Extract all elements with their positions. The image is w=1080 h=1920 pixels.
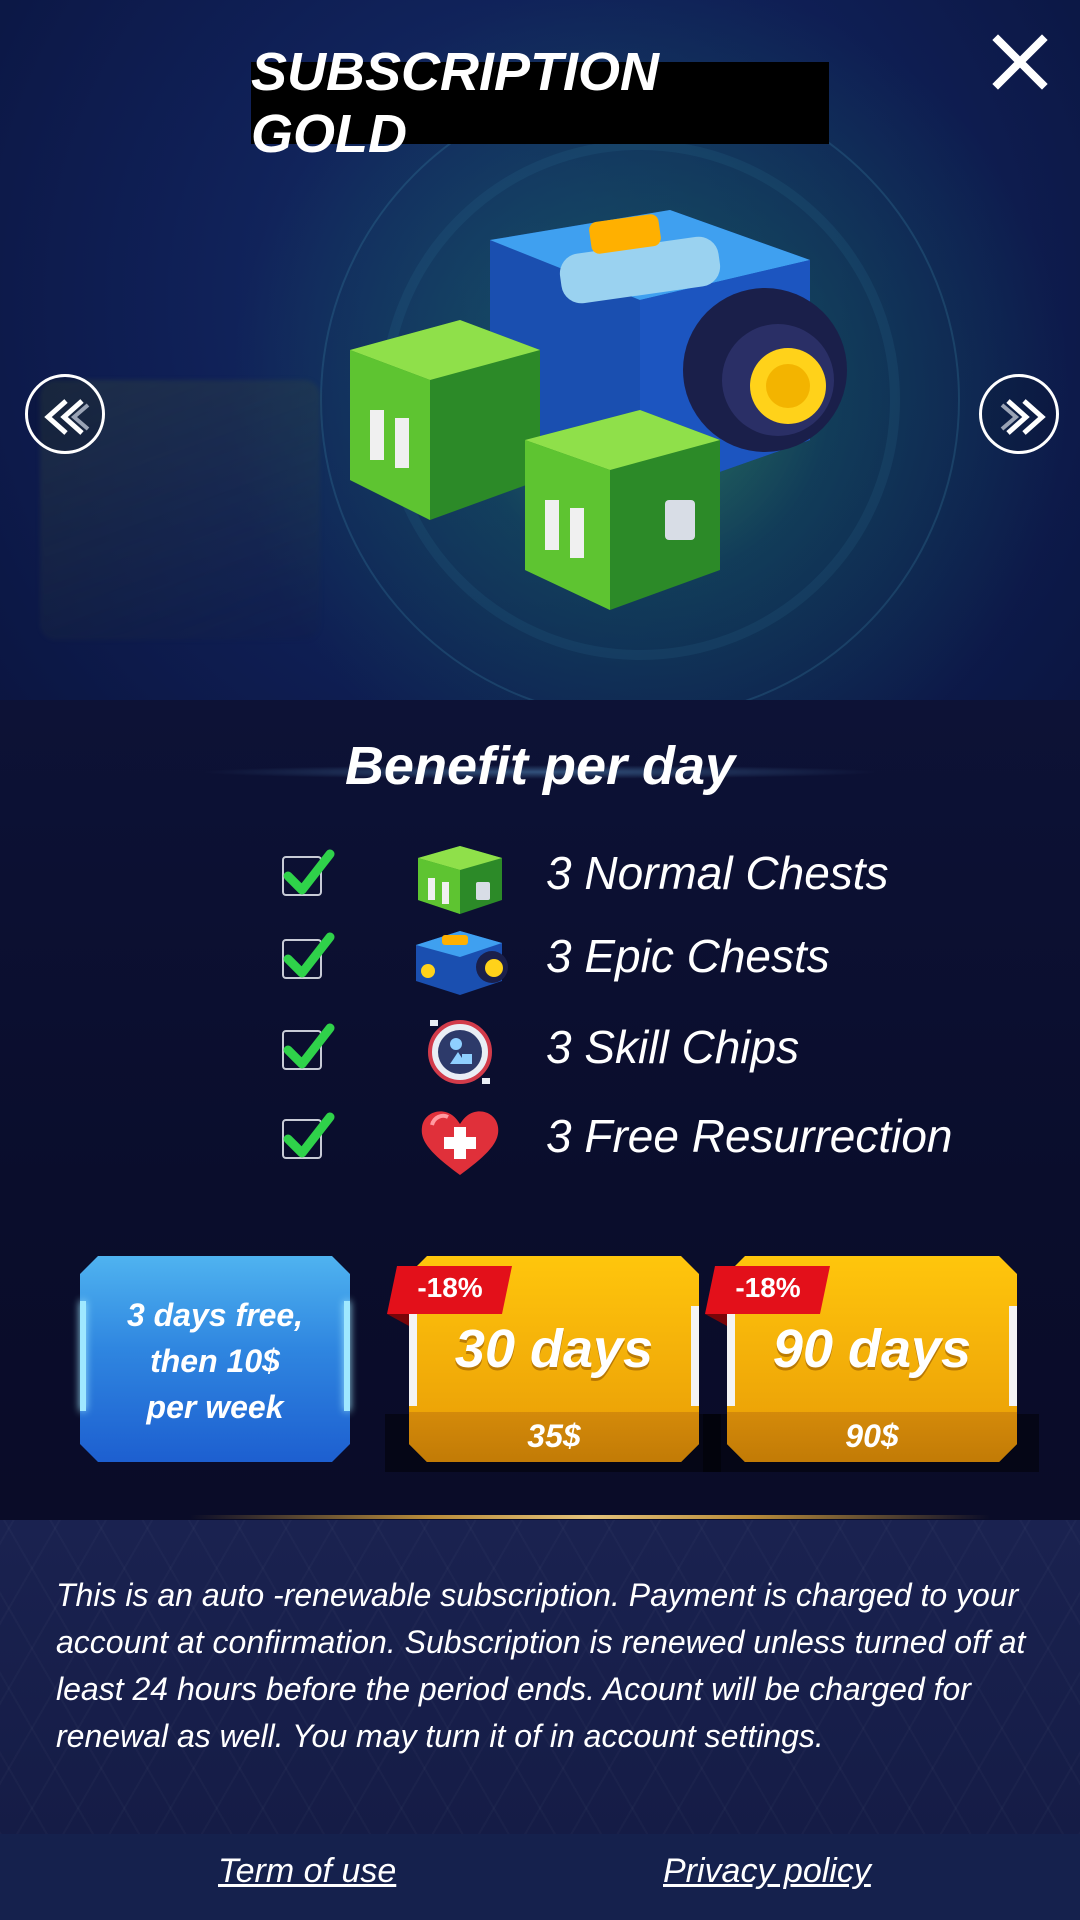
free-trial-button[interactable]: 3 days free, then 10$ per week bbox=[80, 1256, 350, 1462]
benefit-checkbox[interactable] bbox=[282, 849, 335, 896]
benefit-row-skill-chips: 3 Skill Chips bbox=[280, 1012, 980, 1084]
skill-chip-icon bbox=[428, 1020, 492, 1084]
checkmark-icon bbox=[283, 849, 335, 895]
plan-90-days-button[interactable]: 90 days 90$ -18% bbox=[703, 1256, 1039, 1472]
plan-price: 35$ bbox=[527, 1418, 581, 1454]
benefit-checkbox[interactable] bbox=[282, 932, 335, 979]
benefit-checkbox[interactable] bbox=[282, 1112, 335, 1159]
next-button[interactable] bbox=[979, 374, 1059, 454]
plan-duration: 90 days bbox=[772, 1319, 972, 1379]
normal-chest-icon bbox=[418, 846, 502, 914]
benefit-label: 3 Normal Chests bbox=[546, 847, 889, 899]
title-banner: SUBSCRIPTION GOLD bbox=[251, 42, 829, 164]
close-button[interactable] bbox=[990, 32, 1050, 92]
normal-chest-left bbox=[350, 320, 540, 520]
checkmark-icon bbox=[283, 932, 335, 978]
benefit-row-epic-chests: 3 Epic Chests bbox=[280, 921, 980, 995]
terms-of-use-link[interactable]: Term of use bbox=[218, 1852, 396, 1891]
checkmark-icon bbox=[283, 1023, 335, 1069]
benefit-label: 3 Skill Chips bbox=[546, 1021, 800, 1073]
checkmark-icon bbox=[283, 1112, 335, 1158]
benefits-title: Benefit per day bbox=[344, 736, 736, 796]
epic-chest-icon bbox=[416, 931, 508, 995]
benefit-label: 3 Epic Chests bbox=[546, 930, 830, 982]
subscription-disclaimer: This is an auto -renewable subscription.… bbox=[56, 1577, 1026, 1754]
normal-chest-right bbox=[525, 410, 720, 610]
benefit-row-normal-chests: 3 Normal Chests bbox=[280, 838, 980, 914]
discount-label: -18% bbox=[417, 1272, 483, 1303]
gold-divider bbox=[190, 1515, 990, 1519]
chest-bundle-image bbox=[350, 210, 847, 610]
footer-bar bbox=[0, 1834, 1080, 1920]
benefit-row-free-resurrection: 3 Free Resurrection bbox=[280, 1101, 980, 1175]
double-chevron-right-icon bbox=[1000, 399, 1046, 435]
benefit-checkbox[interactable] bbox=[282, 1023, 335, 1070]
discount-ribbon: -18% bbox=[387, 1266, 512, 1326]
privacy-policy-link[interactable]: Privacy policy bbox=[663, 1852, 871, 1891]
plan-30-days-button[interactable]: 30 days 35$ -18% bbox=[385, 1256, 721, 1472]
benefit-label: 3 Free Resurrection bbox=[546, 1110, 953, 1162]
close-icon bbox=[992, 34, 1048, 90]
page-title: SUBSCRIPTION GOLD bbox=[251, 42, 660, 164]
heart-plus-icon bbox=[421, 1111, 499, 1175]
discount-ribbon: -18% bbox=[705, 1266, 830, 1326]
plan-price: 90$ bbox=[845, 1418, 899, 1454]
free-trial-text: 3 days free, then 10$ per week bbox=[126, 1297, 304, 1425]
plan-duration: 30 days bbox=[454, 1319, 654, 1379]
prev-button[interactable] bbox=[25, 374, 105, 454]
double-chevron-left-icon bbox=[44, 399, 90, 435]
discount-label: -18% bbox=[735, 1272, 801, 1303]
